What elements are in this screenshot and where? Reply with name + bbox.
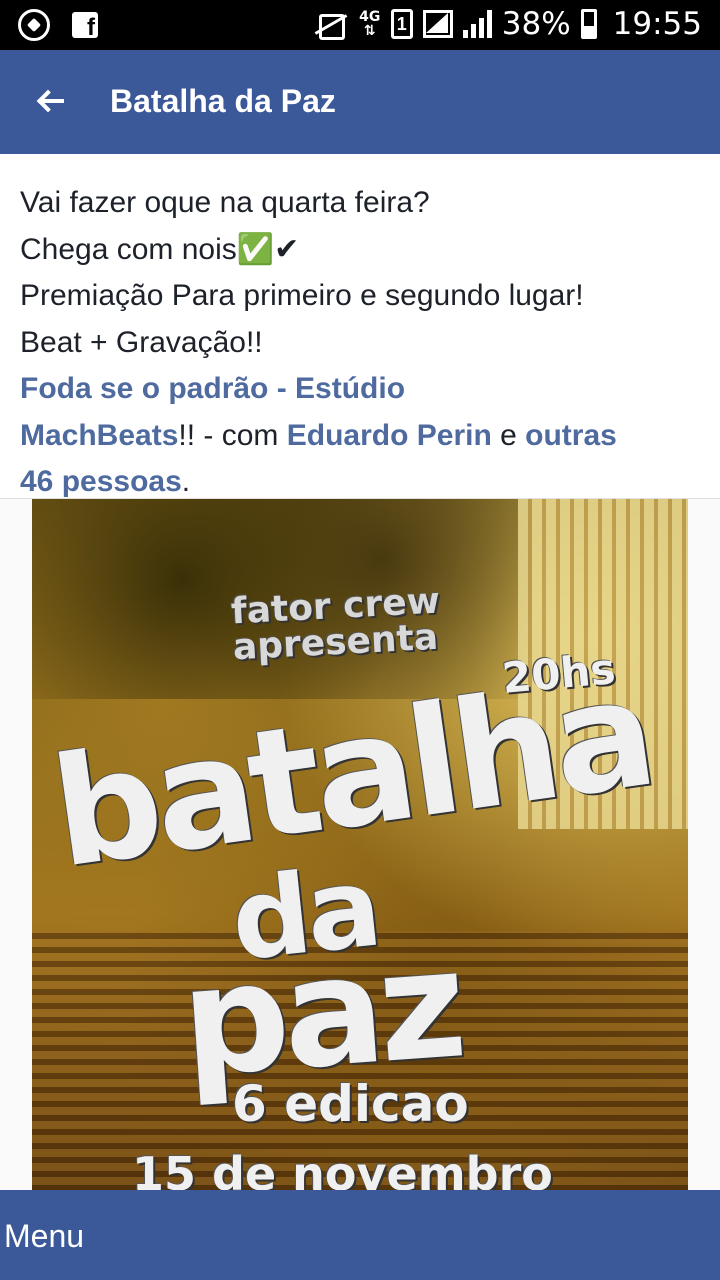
poster-date: 15 de novembro <box>132 1147 553 1191</box>
poster-crew-text: fator crew apresenta <box>230 580 441 669</box>
status-bar: 4G⇅ 1 38% 19:55 <box>0 0 720 50</box>
4g-icon: 4G ⇅ <box>359 9 381 39</box>
back-arrow-icon[interactable] <box>36 84 70 118</box>
post-text-fragment: . <box>181 465 191 498</box>
post-line: Premiação Para primeiro e segundo lugar! <box>20 279 584 312</box>
tagged-others-link[interactable]: 46 pessoas <box>20 465 182 498</box>
mute-vibrate-icon <box>313 11 349 40</box>
battery-percent: 38% <box>501 6 571 42</box>
sim-icon: 1 <box>390 9 413 39</box>
tagged-others-link[interactable]: outras <box>525 419 617 452</box>
post-text: Vai fazer oque na quarta feira? Chega co… <box>20 180 710 506</box>
poster-title-paz: paz <box>176 917 466 1111</box>
place-link[interactable]: MachBeats <box>20 419 178 452</box>
post-line: Vai fazer oque na quarta feira? <box>20 186 430 219</box>
post-text-fragment: e <box>491 418 526 452</box>
post-text-fragment: !! - com <box>178 418 287 452</box>
battery-icon <box>580 9 597 39</box>
poster-edition: 6 edicao <box>232 1075 469 1133</box>
place-link[interactable]: Foda se o padrão - Estúdio <box>20 372 405 405</box>
post-image-container[interactable]: fator crew apresenta 20hs batalha da paz … <box>0 498 720 1191</box>
post-line: Beat + Gravação!! <box>20 325 263 359</box>
bottom-menu-bar[interactable]: Menu <box>0 1190 720 1280</box>
menu-button[interactable]: Menu <box>4 1218 84 1255</box>
whatsapp-icon <box>18 9 50 41</box>
tagged-person-link[interactable]: Eduardo Perin <box>287 419 492 452</box>
page-title: Batalha da Paz <box>110 83 336 119</box>
signal-icon <box>422 10 453 38</box>
post-line: Chega com nois✅✔ <box>20 232 300 266</box>
clock: 19:55 <box>612 6 702 42</box>
facebook-icon <box>72 12 98 42</box>
app-header: Batalha da Paz <box>0 50 720 154</box>
signal-bars-icon <box>462 10 492 38</box>
event-poster-image[interactable]: fator crew apresenta 20hs batalha da paz … <box>32 499 688 1191</box>
